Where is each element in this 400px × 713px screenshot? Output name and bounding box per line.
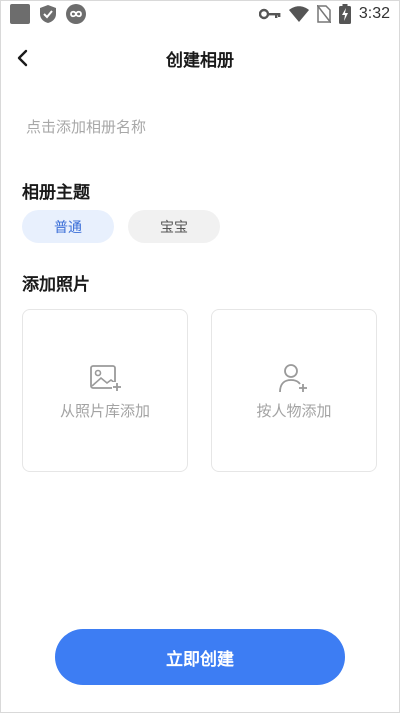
photos-section-title: 添加照片: [22, 275, 90, 295]
gallery-icon: [10, 4, 30, 24]
shield-check-icon: [40, 5, 56, 23]
theme-chip-label: 普通: [54, 219, 82, 236]
add-from-library-card[interactable]: 从照片库添加: [22, 309, 188, 472]
add-by-person-card[interactable]: 按人物添加: [211, 309, 377, 472]
status-right-icons: 3:32: [258, 4, 390, 24]
theme-section-title: 相册主题: [22, 183, 90, 203]
album-name-input[interactable]: [26, 114, 366, 140]
create-now-button[interactable]: 立即创建: [55, 629, 345, 685]
battery-charging-icon: [338, 4, 351, 24]
status-bar: 3:32: [0, 0, 400, 28]
person-add-icon: [279, 364, 307, 393]
status-time: 3:32: [358, 5, 390, 22]
add-from-library-label: 从照片库添加: [59, 402, 150, 420]
page-header: 创建相册: [0, 38, 400, 78]
theme-chip-label: 宝宝: [160, 219, 188, 236]
infinity-icon: [66, 4, 86, 24]
theme-chip-baby[interactable]: 宝宝: [128, 210, 220, 243]
no-sim-icon: [316, 5, 331, 23]
theme-chip-normal[interactable]: 普通: [22, 210, 114, 243]
key-icon: [258, 8, 281, 20]
image-add-icon: [90, 365, 122, 392]
add-by-person-label: 按人物添加: [256, 402, 332, 420]
page-title: 创建相册: [166, 51, 234, 71]
wifi-icon: [288, 6, 309, 22]
status-left-icons: [10, 4, 86, 24]
